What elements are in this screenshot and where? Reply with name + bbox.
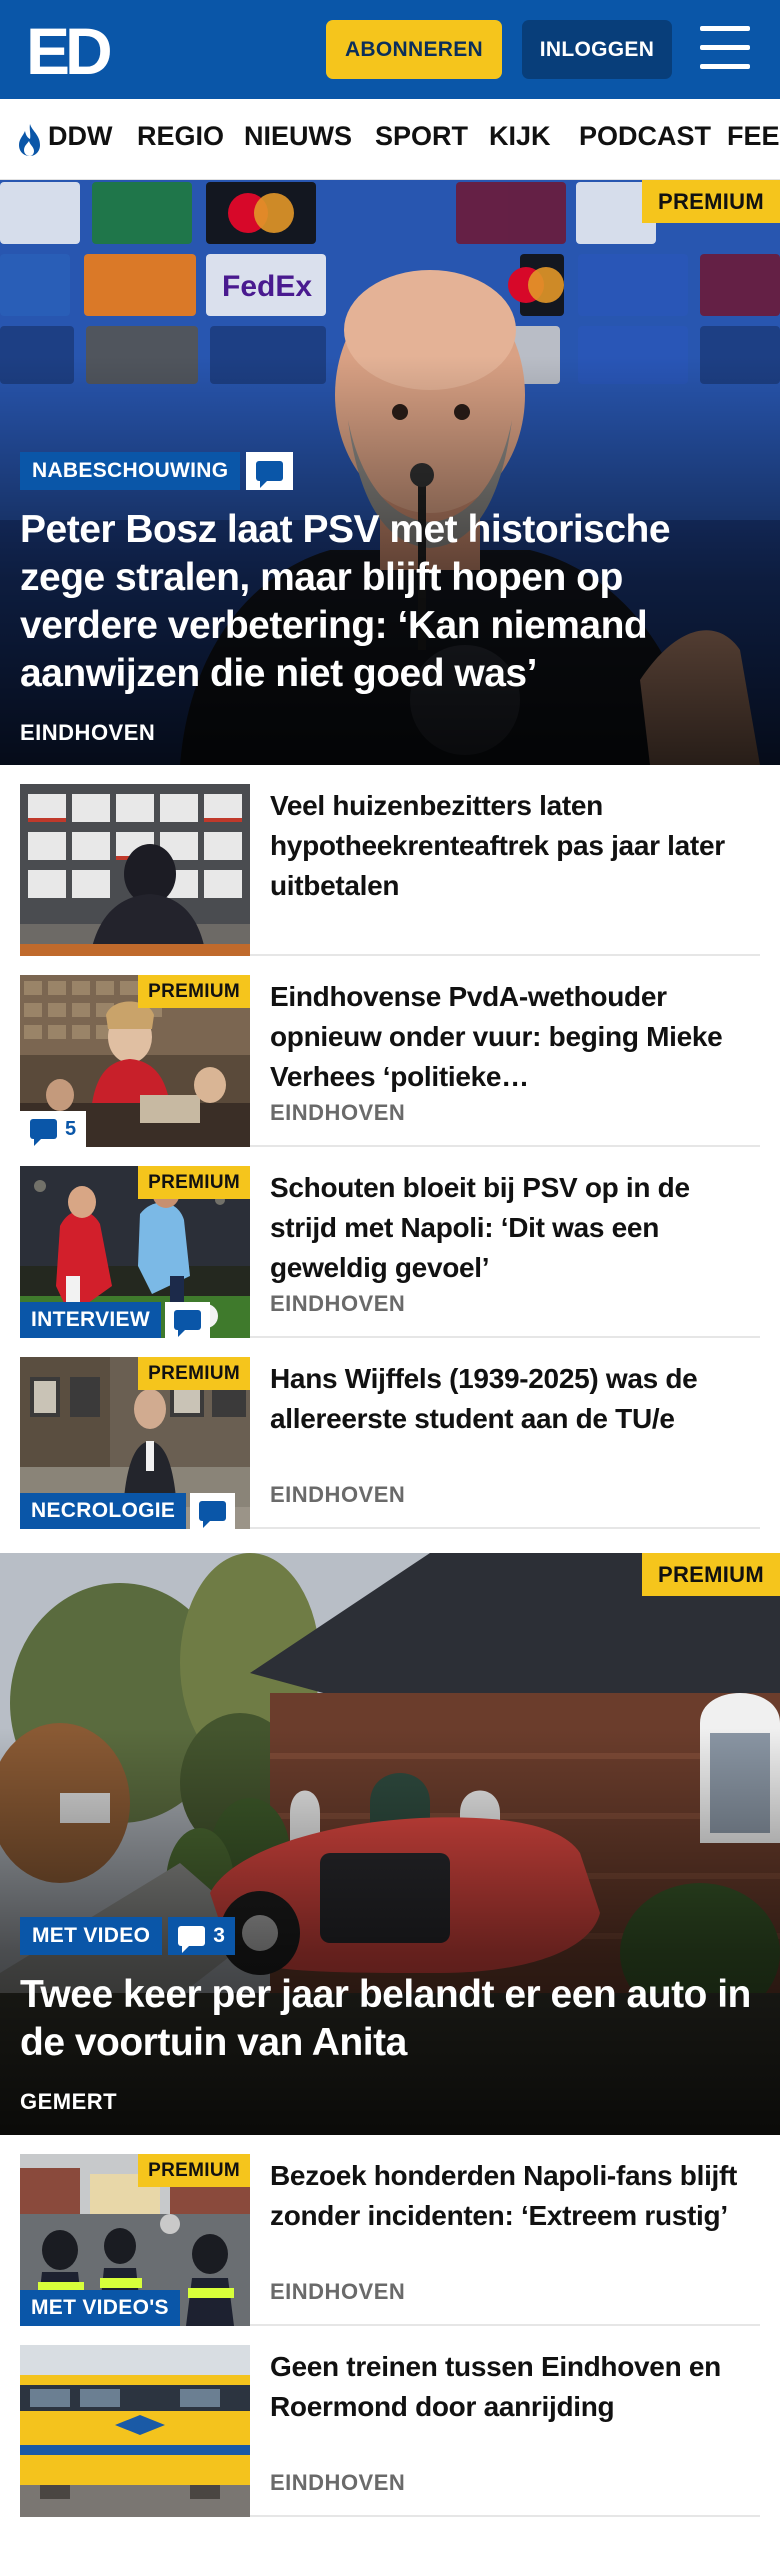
article-title[interactable]: Hans Wijffels (1939-2025) was de alleree… [270, 1359, 760, 1439]
article-thumbnail [20, 784, 250, 956]
comments-badge[interactable]: 5 [20, 1111, 87, 1147]
article-title[interactable]: Veel huizenbezitters laten hypotheekrent… [270, 786, 760, 906]
hero-article-anita[interactable]: PREMIUM MET VIDEO 3 Twee keer per jaar b… [0, 1553, 780, 2135]
article-location: EINDHOVEN [270, 2279, 406, 2304]
comments-count: 5 [65, 1117, 77, 1140]
nav-item-sport[interactable]: SPORT [375, 121, 468, 152]
comments-badge[interactable]: 3 [168, 1917, 236, 1955]
nav-item-regio[interactable]: REGIO [137, 121, 224, 152]
article-location: EINDHOVEN [270, 2470, 406, 2495]
list-item[interactable]: Veel huizenbezitters laten hypotheekrent… [20, 784, 760, 956]
comment-icon [199, 1501, 227, 1528]
hero-location: GEMERT [20, 2089, 118, 2114]
svg-text:FedEx: FedEx [222, 270, 312, 303]
article-title[interactable]: Bezoek honderden Napoli-fans blijft zond… [270, 2156, 760, 2236]
comments-badge[interactable] [246, 452, 294, 490]
article-thumbnail: PREMIUM 5 [20, 975, 250, 1147]
list-item[interactable]: PREMIUM NECROLOGIE Hans Wijffels (1939-2… [20, 1357, 760, 1529]
category-tag: NABESCHOUWING [20, 452, 241, 490]
comments-count: 3 [213, 1924, 226, 1947]
premium-badge: PREMIUM [138, 975, 250, 1008]
list-item[interactable]: PREMIUM MET VIDEO'S Bezoek honderden Nap… [20, 2154, 760, 2326]
comment-icon [178, 1926, 206, 1953]
article-location: EINDHOVEN [270, 1482, 406, 1507]
premium-badge: PREMIUM [138, 2154, 250, 2187]
category-tag: INTERVIEW [20, 1302, 161, 1338]
section-nav: DDW REGIO NIEUWS SPORT KIJK PODCAST FEE [0, 99, 780, 180]
article-title[interactable]: Geen treinen tussen Eindhoven en Roermon… [270, 2347, 760, 2427]
category-tag: MET VIDEO'S [20, 2290, 180, 2326]
hero-headline[interactable]: Twee keer per jaar belandt er een auto i… [20, 1971, 760, 2067]
nav-item-feed[interactable]: FEE [727, 121, 780, 152]
list-item[interactable]: PREMIUM 5 Eindhovense PvdA-wethouder opn… [20, 975, 760, 1147]
hero-article-bosz[interactable]: FedEx PREMIUM NABESCHOUWING Peter Bosz l… [0, 180, 780, 765]
comments-badge[interactable] [165, 1302, 210, 1338]
nav-item-kijk[interactable]: KIJK [489, 121, 551, 152]
comment-icon [174, 1310, 201, 1337]
login-button[interactable]: INLOGGEN [522, 20, 672, 79]
hero-location: EINDHOVEN [20, 720, 156, 745]
top-bar: ED ABONNEREN INLOGGEN [0, 0, 780, 99]
ed-logo[interactable]: ED [26, 14, 122, 88]
article-location: EINDHOVEN [270, 1100, 406, 1125]
premium-badge: PREMIUM [138, 1357, 250, 1390]
subscribe-button[interactable]: ABONNEREN [326, 20, 502, 79]
premium-badge: PREMIUM [642, 180, 780, 223]
article-thumbnail: PREMIUM INTERVIEW [20, 1166, 250, 1338]
hero-headline[interactable]: Peter Bosz laat PSV met historische zege… [20, 506, 760, 698]
logo-text: ED [26, 14, 110, 84]
premium-badge: PREMIUM [642, 1553, 780, 1596]
article-thumbnail: PREMIUM NECROLOGIE [20, 1357, 250, 1529]
comment-icon [256, 461, 284, 488]
nav-item-podcast[interactable]: PODCAST [579, 121, 711, 152]
list-item[interactable]: PREMIUM INTERVIEW Schouten bloeit bij PS… [20, 1166, 760, 1338]
article-thumbnail [20, 2345, 250, 2517]
premium-badge: PREMIUM [138, 1166, 250, 1199]
category-tag: MET VIDEO [20, 1917, 163, 1955]
article-title[interactable]: Eindhovense PvdA-wethouder opnieuw onder… [270, 977, 760, 1097]
comments-badge[interactable] [190, 1493, 236, 1529]
flame-icon [19, 124, 40, 156]
nav-item-ddw[interactable]: DDW [48, 121, 112, 152]
category-tag: NECROLOGIE [20, 1493, 187, 1529]
list-item[interactable]: Geen treinen tussen Eindhoven en Roermon… [20, 2345, 760, 2517]
article-location: EINDHOVEN [270, 1291, 406, 1316]
article-title[interactable]: Schouten bloeit bij PSV op in de strijd … [270, 1168, 760, 1288]
menu-icon[interactable] [700, 26, 752, 72]
comment-icon [30, 1119, 57, 1146]
nav-item-nieuws[interactable]: NIEUWS [244, 121, 352, 152]
article-thumbnail: PREMIUM MET VIDEO'S [20, 2154, 250, 2326]
